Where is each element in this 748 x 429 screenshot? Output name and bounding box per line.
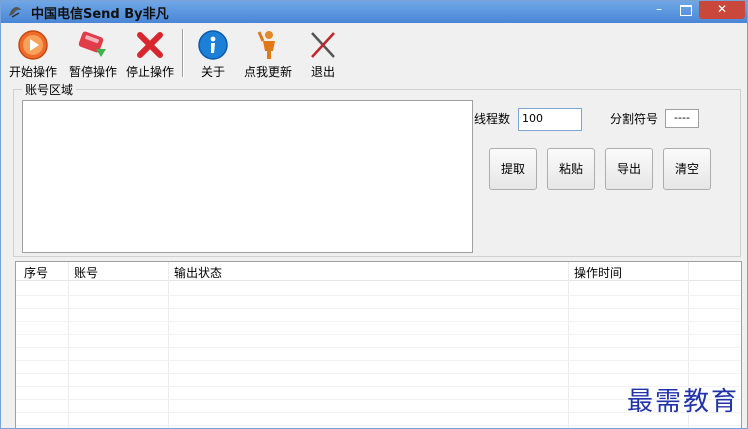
column-divider xyxy=(68,262,69,428)
play-icon xyxy=(18,30,48,60)
toolbar: 开始操作 暂停操作 停止操作 关于 点我更新 退出 xyxy=(1,23,747,81)
column-header-index[interactable]: 序号 xyxy=(24,264,48,281)
stop-button[interactable]: 停止操作 xyxy=(125,29,175,80)
column-header-time[interactable]: 操作时间 xyxy=(574,264,622,281)
start-button[interactable]: 开始操作 xyxy=(3,29,63,80)
column-divider xyxy=(168,262,169,428)
title-bar[interactable]: 中国电信Send By非凡 – ✕ xyxy=(1,1,747,23)
stop-icon xyxy=(137,32,163,58)
threads-label: 线程数 xyxy=(474,112,511,126)
row-line xyxy=(16,360,741,361)
row-line xyxy=(16,347,741,348)
person-icon xyxy=(257,31,275,59)
update-button[interactable]: 点我更新 xyxy=(239,29,297,80)
threads-input[interactable]: 100 xyxy=(518,108,582,131)
window-title: 中国电信Send By非凡 xyxy=(31,7,169,22)
maximize-icon xyxy=(680,5,692,16)
minimize-button[interactable]: – xyxy=(646,1,672,19)
about-button[interactable]: 关于 xyxy=(193,29,233,80)
close-button[interactable]: ✕ xyxy=(699,1,745,19)
start-label: 开始操作 xyxy=(8,65,57,79)
row-line xyxy=(16,373,741,374)
exit-label: 退出 xyxy=(310,65,335,79)
pause-icon xyxy=(78,31,106,57)
delimiter-input[interactable]: ---- xyxy=(665,109,699,128)
list-header: 序号 账号 输出状态 操作时间 xyxy=(16,262,741,281)
info-icon xyxy=(198,30,228,60)
app-icon xyxy=(9,7,21,18)
paste-button[interactable]: 粘贴 xyxy=(547,148,595,190)
row-line xyxy=(16,425,741,426)
delimiter-label: 分割符号 xyxy=(610,112,659,126)
watermark: 最需教育 xyxy=(627,387,740,417)
toolbar-separator xyxy=(182,29,184,77)
column-divider xyxy=(568,262,569,428)
update-label: 点我更新 xyxy=(243,65,292,79)
account-group: 账号区域 线程数 100 分割符号 ---- 提取 粘贴 导出 清空 xyxy=(13,81,741,257)
row-line xyxy=(16,308,741,309)
pause-button[interactable]: 暂停操作 xyxy=(65,29,121,80)
column-header-status[interactable]: 输出状态 xyxy=(174,264,222,281)
export-button[interactable]: 导出 xyxy=(605,148,653,190)
row-line xyxy=(16,334,741,335)
extract-button[interactable]: 提取 xyxy=(489,148,537,190)
maximize-button[interactable] xyxy=(673,1,699,19)
clear-button[interactable]: 清空 xyxy=(663,148,711,190)
exit-icon xyxy=(311,32,335,58)
pause-label: 暂停操作 xyxy=(68,65,117,79)
stop-label: 停止操作 xyxy=(125,65,174,79)
column-header-account[interactable]: 账号 xyxy=(74,264,98,281)
exit-button[interactable]: 退出 xyxy=(303,29,343,80)
app-window: 中国电信Send By非凡 – ✕ 开始操作 暂停操作 停止操作 关于 点我更新… xyxy=(0,0,748,429)
account-group-title: 账号区域 xyxy=(22,81,77,98)
account-textarea[interactable] xyxy=(22,100,473,253)
about-label: 关于 xyxy=(200,65,225,79)
row-line xyxy=(16,295,741,296)
row-line xyxy=(16,321,741,322)
